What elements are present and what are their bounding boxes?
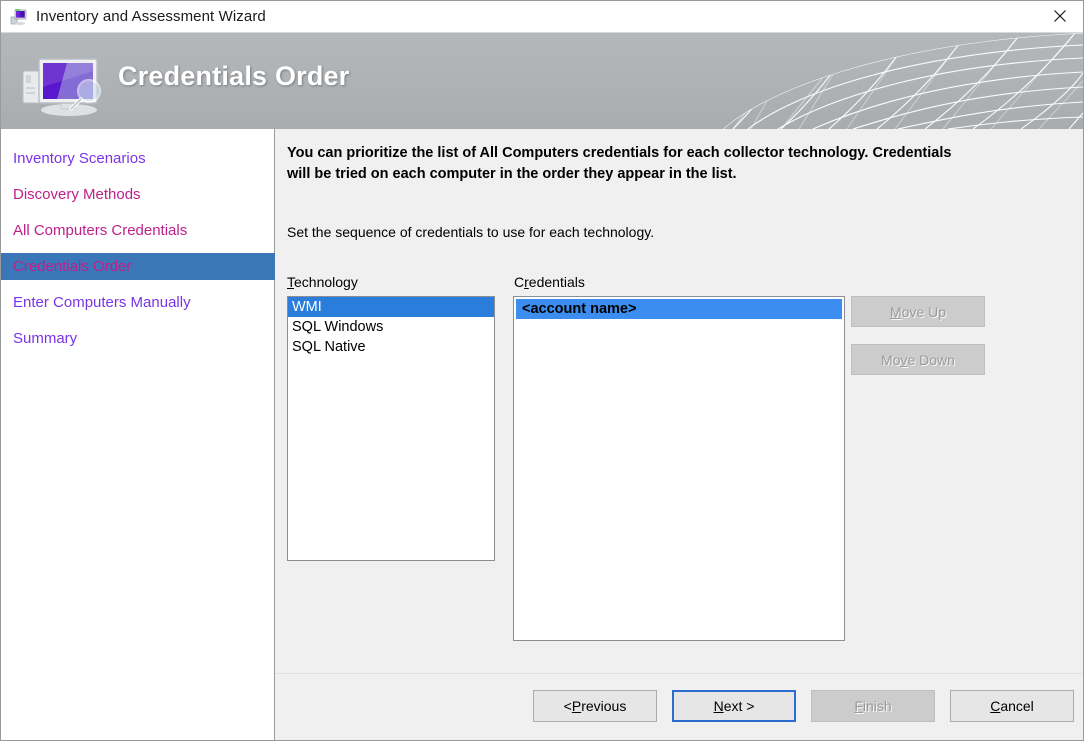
next-accel: N: [713, 698, 724, 714]
move-down-button[interactable]: Mo v e Down: [851, 344, 985, 375]
sidebar-item-credentials-order[interactable]: Credentials Order: [1, 253, 275, 280]
wizard-window: Inventory and Assessment Wizard Credenti…: [0, 0, 1084, 741]
previous-button[interactable]: < Previous: [533, 690, 657, 722]
content-main: You can prioritize the list of All Compu…: [275, 129, 1083, 673]
previous-pre: <: [563, 698, 572, 714]
next-rest: ext >: [723, 698, 755, 714]
window-title: Inventory and Assessment Wizard: [36, 8, 266, 25]
wizard-body: Inventory Scenarios Discovery Methods Al…: [1, 129, 1083, 740]
technology-label-rest: echnology: [294, 274, 358, 290]
finish-rest: inish: [862, 698, 892, 714]
sidebar-item-summary[interactable]: Summary: [1, 325, 274, 352]
wizard-banner: Credentials Order: [1, 32, 1083, 129]
sidebar-item-label: Summary: [13, 330, 78, 347]
list-item[interactable]: SQL Native: [288, 337, 494, 357]
content-pane: You can prioritize the list of All Compu…: [275, 129, 1083, 740]
finish-accel: F: [854, 698, 863, 714]
sidebar-item-label: All Computers Credentials: [13, 222, 188, 239]
list-item[interactable]: SQL Windows: [288, 317, 494, 337]
credentials-label: Credentials: [514, 274, 585, 290]
cancel-accel: C: [990, 698, 1001, 714]
cancel-button[interactable]: Cancel: [950, 690, 1074, 722]
move-down-pre: Mo: [881, 351, 901, 368]
technology-listbox[interactable]: WMI SQL Windows SQL Native: [287, 296, 495, 561]
wizard-computer-icon: [10, 8, 28, 26]
cancel-rest: ancel: [1000, 698, 1034, 714]
move-up-rest: ove Up: [901, 303, 947, 320]
sidebar-item-all-computers-credentials[interactable]: All Computers Credentials: [1, 217, 274, 244]
wizard-footer: < Previous Next > Finish Cancel: [275, 673, 1083, 740]
list-item[interactable]: <account name>: [516, 299, 842, 319]
intro-bold-text: You can prioritize the list of All Compu…: [287, 145, 952, 182]
title-bar: Inventory and Assessment Wizard: [1, 1, 1083, 32]
sidebar-item-label: Discovery Methods: [13, 186, 141, 203]
credentials-listbox[interactable]: <account name>: [513, 296, 845, 641]
technology-label: Technology: [287, 274, 358, 290]
sidebar-item-label: Enter Computers Manually: [13, 294, 191, 311]
next-button[interactable]: Next >: [672, 690, 796, 722]
credentials-label-rest: edentials: [528, 274, 585, 290]
intro-normal-text: Set the sequence of credentials to use f…: [287, 224, 655, 240]
wizard-steps-sidebar: Inventory Scenarios Discovery Methods Al…: [1, 129, 275, 740]
sidebar-item-enter-computers-manually[interactable]: Enter Computers Manually: [1, 289, 274, 316]
previous-accel: P: [571, 698, 582, 714]
move-down-accel: v: [900, 351, 908, 368]
list-item[interactable]: WMI: [288, 297, 494, 317]
sidebar-item-discovery-methods[interactable]: Discovery Methods: [1, 181, 274, 208]
page-title: Credentials Order: [118, 61, 350, 91]
credentials-label-pre: C: [514, 274, 525, 290]
move-up-accel: M: [889, 303, 902, 320]
move-up-button[interactable]: Move Up: [851, 296, 985, 327]
sidebar-item-inventory-scenarios[interactable]: Inventory Scenarios: [1, 145, 274, 172]
previous-rest: revious: [581, 698, 627, 714]
banner-mesh-decoration: [723, 33, 1083, 129]
finish-button[interactable]: Finish: [811, 690, 935, 722]
technology-label-accel: T: [287, 274, 294, 290]
sidebar-item-label: Credentials Order: [13, 258, 132, 275]
move-down-rest: e Down: [907, 351, 955, 368]
sidebar-item-label: Inventory Scenarios: [13, 150, 146, 167]
computer-magnifier-icon: [17, 47, 115, 119]
close-icon[interactable]: [1037, 1, 1083, 31]
